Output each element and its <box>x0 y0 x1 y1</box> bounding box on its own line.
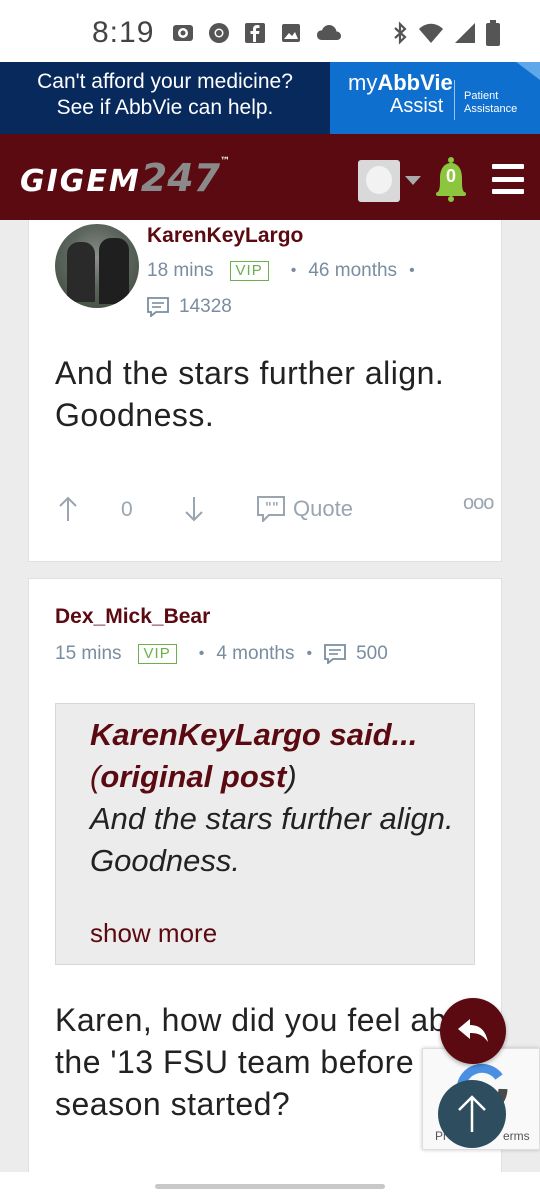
more-options-icon[interactable]: ooo <box>463 492 494 515</box>
system-nav-bar <box>0 1172 540 1200</box>
quote-button[interactable]: " " Quote <box>257 496 353 522</box>
poster-username[interactable]: KarenKeyLargo <box>147 224 303 248</box>
post-count: 500 <box>356 643 388 664</box>
show-more-link[interactable]: show more <box>90 918 217 949</box>
post-count: 14328 <box>179 296 232 317</box>
poster-username[interactable]: Dex_Mick_Bear <box>55 605 210 629</box>
battery-icon <box>486 20 500 46</box>
post-count-row: 14328 <box>147 296 232 318</box>
svg-text:": " <box>265 501 272 516</box>
quote-block: KarenKeyLargo said... (original post) An… <box>55 703 475 965</box>
post-meta: 15 mins VIP • 4 months • 500 <box>55 643 388 664</box>
ad-choices-icon[interactable] <box>516 62 540 80</box>
comment-icon <box>147 297 169 317</box>
reply-button[interactable] <box>440 998 506 1064</box>
ad-banner[interactable]: Can't afford your medicine? See if AbbVi… <box>0 62 540 134</box>
post-time: 18 mins <box>147 260 214 281</box>
ad-brand-panel[interactable]: myAbbVie Assist Patient Assistance <box>330 62 540 134</box>
scroll-to-top-button[interactable] <box>438 1080 506 1148</box>
ad-tagline: Patient Assistance <box>464 90 518 115</box>
quote-text: And the stars further align. Goodness. <box>90 801 454 878</box>
chrome-icon <box>209 23 229 43</box>
svg-text:": " <box>272 501 279 516</box>
downvote-icon[interactable] <box>185 496 203 522</box>
chevron-down-icon[interactable] <box>405 176 421 185</box>
comment-icon <box>324 644 346 664</box>
notification-bell[interactable]: 0 <box>434 156 468 202</box>
quote-icon: " " <box>257 496 285 522</box>
notification-count: 0 <box>445 166 456 186</box>
member-duration: 4 months <box>216 643 295 664</box>
reply-icon <box>458 1019 488 1042</box>
upvote-icon[interactable] <box>59 496 77 522</box>
bluetooth-icon <box>394 21 407 45</box>
site-logo[interactable]: GIGEM247™ <box>20 156 232 200</box>
ad-brand: myAbbVie <box>348 70 453 95</box>
ad-line-1: Can't afford your medicine? <box>37 70 293 93</box>
vip-badge: VIP <box>229 261 269 281</box>
image-icon <box>282 24 300 42</box>
original-post-link[interactable]: original post <box>100 759 286 794</box>
vip-badge: VIP <box>137 644 177 664</box>
signal-icon <box>455 23 475 43</box>
cloud-icon <box>317 25 341 40</box>
site-header: GIGEM247™ 0 <box>0 134 540 220</box>
post-time: 15 mins <box>55 643 122 664</box>
quote-label: Quote <box>293 496 353 521</box>
quote-author[interactable]: KarenKeyLargo <box>90 717 321 752</box>
vote-count: 0 <box>121 498 133 521</box>
post-actions: 0 " " Quote ooo <box>55 492 494 532</box>
menu-icon[interactable] <box>492 164 524 194</box>
wifi-icon <box>419 23 443 43</box>
ad-line-2: See if AbbVie can help. <box>56 96 274 119</box>
post-meta: 18 mins VIP • 46 months • <box>147 260 415 281</box>
post-body: And the stars further align. Goodness. <box>55 355 445 433</box>
status-bar: 8:19 <box>0 0 540 62</box>
ad-divider <box>454 80 455 120</box>
status-time: 8:19 <box>92 16 155 49</box>
arrow-up-icon <box>458 1095 486 1132</box>
home-gesture-pill[interactable] <box>155 1184 385 1189</box>
user-avatar[interactable] <box>358 160 400 202</box>
ad-assist: Assist <box>390 95 444 117</box>
member-duration: 46 months <box>308 260 398 281</box>
quote-header: KarenKeyLargo said... (original post) <box>90 717 418 794</box>
post-card: KarenKeyLargo 18 mins VIP • 46 months • … <box>28 220 502 562</box>
recaptcha-terms[interactable]: erms <box>503 1129 530 1143</box>
facebook-icon <box>245 23 265 43</box>
quote-said: said... <box>329 717 418 752</box>
poster-avatar[interactable] <box>55 224 139 308</box>
record-icon <box>173 25 193 41</box>
